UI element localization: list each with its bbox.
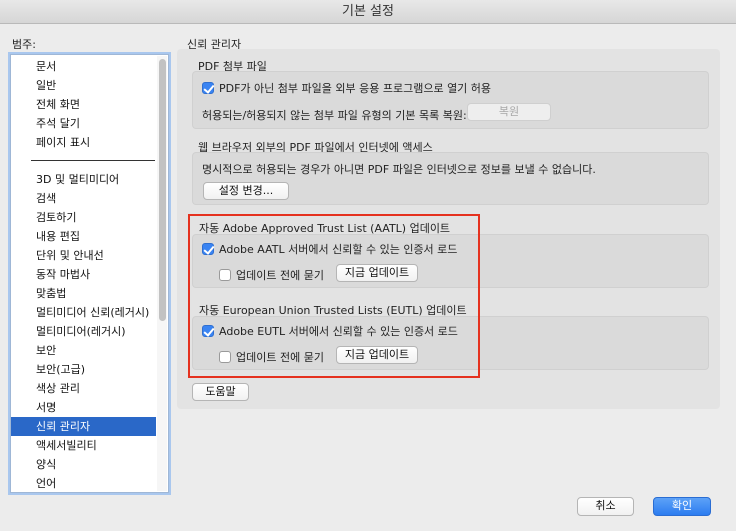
categories-scrollbar-thumb[interactable] — [159, 59, 166, 321]
category-item[interactable]: 서명 — [11, 398, 156, 417]
category-item[interactable]: 보안(고급) — [11, 360, 156, 379]
internet-access-box: 명시적으로 허용되는 경우가 아니면 PDF 파일은 인터넷으로 정보를 보낼 … — [192, 152, 709, 205]
category-item[interactable]: 색상 관리 — [11, 379, 156, 398]
categories-label: 범주: — [12, 38, 36, 51]
category-item[interactable]: 3D 및 멀티미디어 — [11, 170, 156, 189]
category-item[interactable]: 일반 — [11, 76, 156, 95]
help-button[interactable]: 도움말 — [192, 383, 249, 401]
category-item[interactable]: 검토하기 — [11, 208, 156, 227]
category-item[interactable]: 내용 편집 — [11, 227, 156, 246]
allow-external-apps-label: PDF가 아닌 첨부 파일을 외부 응용 프로그램으로 열기 허용 — [219, 82, 492, 95]
category-item-selected[interactable]: 신뢰 관리자 — [11, 417, 156, 436]
restore-list-label: 허용되는/허용되지 않는 첨부 파일 유형의 기본 목록 복원: — [202, 109, 467, 122]
cancel-button[interactable]: 취소 — [577, 497, 634, 516]
restore-button[interactable]: 복원 — [467, 103, 551, 121]
category-item[interactable]: 검색 — [11, 189, 156, 208]
window-titlebar: 기본 설정 — [0, 0, 736, 24]
category-item[interactable]: 전체 화면 — [11, 95, 156, 114]
category-item[interactable]: 멀티미디어(레거시) — [11, 322, 156, 341]
category-item[interactable]: 액세서빌리티 — [11, 436, 156, 455]
allow-external-apps-checkbox[interactable] — [202, 82, 214, 94]
category-item[interactable]: 양식 — [11, 455, 156, 474]
highlight-annotation-box — [188, 214, 480, 378]
category-item[interactable]: 동작 마법사 — [11, 265, 156, 284]
category-item[interactable]: 맞춤법 — [11, 284, 156, 303]
window-title: 기본 설정 — [342, 4, 394, 19]
category-item[interactable]: 페이지 표시 — [11, 133, 156, 152]
internet-access-text: 명시적으로 허용되는 경우가 아니면 PDF 파일은 인터넷으로 정보를 보낼 … — [202, 163, 596, 176]
category-item[interactable]: 문서 — [11, 57, 156, 76]
category-item[interactable]: 주석 달기 — [11, 114, 156, 133]
category-item[interactable]: 단위 및 안내선 — [11, 246, 156, 265]
category-separator — [31, 160, 155, 161]
change-settings-button[interactable]: 설정 변경... — [203, 182, 289, 200]
category-item[interactable]: 멀티미디어 신뢰(레거시) — [11, 303, 156, 322]
category-item[interactable]: 보안 — [11, 341, 156, 360]
category-item[interactable]: 언어 — [11, 474, 156, 492]
pdf-attachments-box: PDF가 아닌 첨부 파일을 외부 응용 프로그램으로 열기 허용 허용되는/허… — [192, 71, 709, 129]
ok-button[interactable]: 확인 — [653, 497, 711, 516]
categories-list[interactable]: 문서 일반 전체 화면 주석 달기 페이지 표시 3D 및 멀티미디어 검색 검… — [10, 54, 169, 493]
